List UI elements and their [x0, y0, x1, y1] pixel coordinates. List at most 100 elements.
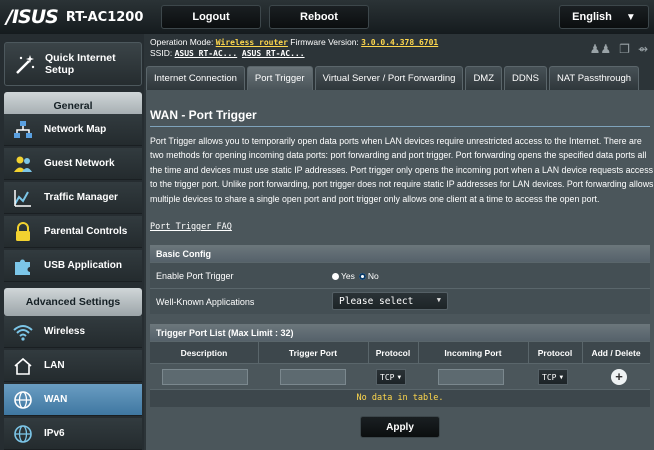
trigger-port-input[interactable] — [280, 369, 346, 385]
tab-port-trigger[interactable]: Port Trigger — [246, 66, 313, 90]
no-data-row: No data in table. — [150, 389, 650, 407]
opmode-prefix: Operation Mode: — [150, 37, 216, 47]
logout-button[interactable]: Logout — [161, 5, 261, 29]
language-select[interactable]: English ▼ — [559, 5, 649, 29]
brand: /ISUS RT-AC1200 — [6, 4, 143, 30]
tab-bar: Internet Connection Port Trigger Virtual… — [146, 66, 640, 90]
sidebar-item-lan[interactable]: LAN — [4, 350, 142, 382]
reboot-button[interactable]: Reboot — [269, 5, 369, 29]
yes-radio[interactable] — [332, 272, 339, 280]
wifi-icon — [12, 321, 34, 343]
magic-wand-icon — [16, 55, 35, 74]
trigger-list-header: Trigger Port List (Max Limit : 32) — [150, 324, 650, 341]
sidebar-item-label: WAN — [44, 394, 68, 405]
no-radio[interactable] — [358, 272, 366, 280]
incoming-port-input[interactable] — [438, 369, 504, 385]
page-title: WAN - Port Trigger — [150, 108, 257, 122]
quick-internet-setup-label: Quick Internet Setup — [45, 52, 116, 76]
no-label: No — [367, 271, 379, 281]
firmware-prefix: Firmware Version: — [287, 37, 362, 47]
page-description: Port Trigger allows you to temporarily o… — [150, 136, 654, 204]
router-admin-page: /ISUS RT-AC1200 Logout Reboot English ▼ … — [0, 0, 654, 450]
opmode-link[interactable]: Wireless router — [216, 38, 288, 47]
ssid-link-1[interactable]: ASUS RT-AC... — [175, 49, 238, 58]
copy-icon[interactable]: ❐ — [619, 42, 630, 56]
basic-config-header: Basic Config — [150, 245, 650, 262]
faq-link[interactable]: Port Trigger FAQ — [150, 222, 232, 232]
tab-nat-passthrough[interactable]: NAT Passthrough — [548, 66, 640, 90]
status-info: Operation Mode: Wireless router Firmware… — [150, 37, 438, 59]
quick-internet-setup-button[interactable]: Quick Internet Setup — [4, 42, 142, 86]
well-known-apps-select[interactable]: Please select ▼ — [332, 292, 448, 310]
ssid-prefix: SSID: — [150, 48, 175, 58]
network-map-icon — [12, 119, 34, 141]
trigger-protocol-select[interactable]: TCP ▼ — [376, 369, 406, 385]
enable-port-trigger-label: Enable Port Trigger — [156, 271, 234, 281]
status-icons: ♟♟ ❐ ⇴ — [590, 42, 648, 56]
col-trigger-port: Trigger Port — [288, 348, 338, 358]
description-input[interactable] — [162, 369, 248, 385]
trigger-protocol-value: TCP — [380, 372, 395, 382]
col-description: Description — [180, 348, 228, 358]
tab-dmz[interactable]: DMZ — [465, 66, 503, 90]
clients-icon[interactable]: ♟♟ — [590, 42, 612, 56]
col-incoming-port: Incoming Port — [444, 348, 502, 358]
traffic-manager-icon — [12, 187, 34, 209]
col-add-delete: Add / Delete — [591, 348, 641, 358]
plus-icon: + — [615, 369, 623, 384]
firmware-link[interactable]: 3.0.0.4.378_6701 — [361, 38, 438, 47]
tab-ddns[interactable]: DDNS — [504, 66, 547, 90]
puzzle-icon — [12, 255, 34, 277]
sidebar-item-label: Parental Controls — [44, 226, 128, 237]
enable-port-trigger-row: Enable Port Trigger Yes No — [150, 262, 650, 288]
home-icon — [12, 355, 34, 377]
col-protocol-2: Protocol — [537, 348, 573, 358]
chevron-down-icon: ▼ — [436, 296, 441, 304]
apply-button[interactable]: Apply — [360, 416, 440, 438]
sidebar-item-label: Guest Network — [44, 158, 115, 169]
sidebar: Quick Internet Setup General Network Map… — [0, 34, 144, 450]
sidebar-item-label: Traffic Manager — [44, 192, 118, 203]
sidebar-item-wan[interactable]: WAN — [4, 384, 142, 416]
lock-icon — [12, 221, 34, 243]
sidebar-item-label: Network Map — [44, 124, 107, 135]
sidebar-item-label: Wireless — [44, 326, 86, 337]
divider — [150, 126, 650, 127]
chevron-down-icon: ▼ — [397, 373, 402, 381]
col-protocol-1: Protocol — [375, 348, 411, 358]
sidebar-item-wireless[interactable]: Wireless — [4, 316, 142, 348]
chevron-down-icon: ▼ — [559, 373, 564, 381]
well-known-apps-value: Please select — [339, 295, 414, 307]
usb-icon[interactable]: ⇴ — [638, 42, 648, 56]
incoming-protocol-value: TCP — [542, 372, 557, 382]
add-rule-button[interactable]: + — [611, 369, 627, 385]
trigger-column-headers: Description Trigger Port Protocol Incomi… — [150, 341, 650, 364]
advanced-section-header: Advanced Settings — [4, 288, 142, 316]
sidebar-item-ipv6[interactable]: IPv6 — [4, 418, 142, 450]
tab-virtual-server[interactable]: Virtual Server / Port Forwarding — [314, 66, 464, 90]
asus-logo: /ISUS — [6, 6, 59, 28]
content-area: WAN - Port Trigger Port Trigger allows y… — [146, 90, 654, 450]
sidebar-item-label: IPv6 — [44, 428, 65, 439]
main-panel: Operation Mode: Wireless router Firmware… — [144, 34, 654, 450]
enable-radio-group: Yes No — [332, 271, 379, 281]
tab-internet-connection[interactable]: Internet Connection — [146, 66, 245, 90]
chevron-down-icon: ▼ — [625, 11, 636, 23]
guest-network-icon — [12, 153, 34, 175]
incoming-protocol-select[interactable]: TCP ▼ — [538, 369, 568, 385]
sidebar-item-usb-application[interactable]: USB Application — [4, 250, 142, 282]
yes-label: Yes — [341, 271, 355, 281]
well-known-apps-row: Well-Known Applications Please select ▼ — [150, 288, 650, 314]
ssid-link-2[interactable]: ASUS RT-AC... — [242, 49, 305, 58]
globe-icon — [12, 389, 34, 411]
sidebar-item-network-map[interactable]: Network Map — [4, 114, 142, 146]
model-name: RT-AC1200 — [65, 9, 144, 25]
sidebar-item-parental-controls[interactable]: Parental Controls — [4, 216, 142, 248]
sidebar-item-traffic-manager[interactable]: Traffic Manager — [4, 182, 142, 214]
sidebar-item-label: LAN — [44, 360, 65, 371]
no-data-message: No data in table. — [356, 393, 444, 403]
sidebar-item-label: USB Application — [44, 260, 122, 271]
well-known-apps-label: Well-Known Applications — [156, 297, 255, 307]
ipv6-globe-icon — [12, 423, 34, 445]
sidebar-item-guest-network[interactable]: Guest Network — [4, 148, 142, 180]
